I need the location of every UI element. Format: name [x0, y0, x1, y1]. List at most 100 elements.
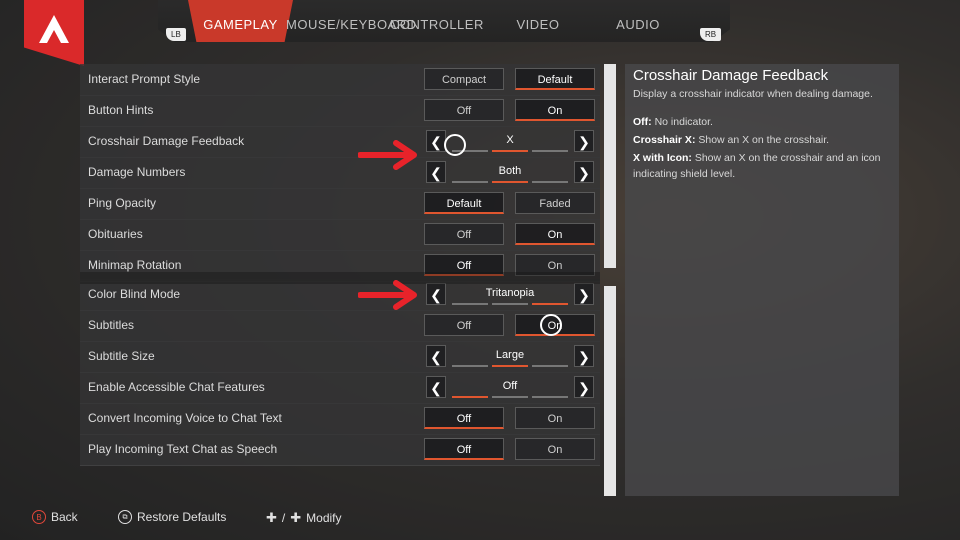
tab-audio[interactable]: AUDIO — [598, 0, 678, 42]
chevron-left-icon[interactable]: ❮ — [426, 161, 446, 183]
cycle-segments — [452, 365, 568, 367]
chevron-right-icon[interactable]: ❯ — [574, 376, 594, 398]
cycle-value-text: Tritanopia — [485, 287, 535, 299]
setting-option[interactable]: Faded — [515, 192, 595, 214]
info-line-off: Off: No indicator. — [633, 114, 891, 130]
chevron-right-icon[interactable]: ❯ — [574, 283, 594, 305]
cycle-segments — [452, 396, 568, 398]
setting-row[interactable]: Subtitles Off On — [80, 310, 600, 342]
setting-row[interactable]: Crosshair Damage Feedback ❮ X ❯ — [80, 126, 600, 158]
cursor-ring-icon — [540, 314, 562, 336]
lb-bumper[interactable]: LB — [166, 28, 186, 41]
cycle-segments — [452, 150, 568, 152]
cycle-segment — [492, 396, 528, 398]
setting-option[interactable]: Off — [424, 99, 504, 121]
scrollbar-bottom[interactable] — [604, 286, 616, 496]
cycle-segment — [452, 303, 488, 305]
setting-label: Crosshair Damage Feedback — [88, 134, 245, 148]
tab-controller[interactable]: CONTROLLER — [390, 0, 483, 42]
chevron-right-icon[interactable]: ❯ — [574, 130, 594, 152]
setting-option[interactable]: Off — [424, 438, 504, 460]
cycle-value-text: Off — [502, 380, 518, 392]
cycle-value-text: Both — [498, 165, 522, 177]
info-key: X with Icon: — [633, 152, 692, 164]
setting-row[interactable]: Enable Accessible Chat Features ❮ Off ❯ — [80, 372, 600, 404]
rb-bumper[interactable]: RB — [700, 28, 722, 41]
tab-bar: GAMEPLAY MOUSE/KEYBOARD CONTROLLER VIDEO… — [158, 0, 730, 42]
setting-option[interactable]: Off — [424, 223, 504, 245]
setting-row[interactable]: Interact Prompt Style Compact Default — [80, 64, 600, 96]
setting-label: Convert Incoming Voice to Chat Text — [88, 411, 282, 425]
tab-gameplay[interactable]: GAMEPLAY — [188, 0, 293, 42]
setting-option[interactable]: Compact — [424, 68, 504, 90]
apex-logo-icon — [39, 15, 69, 43]
info-key: Crosshair X: — [633, 134, 696, 146]
list-divider — [80, 272, 600, 284]
cycle-segment — [492, 181, 528, 183]
controller-view-icon: ⧉ — [118, 510, 132, 524]
chevron-left-icon[interactable]: ❮ — [426, 283, 446, 305]
info-text: Show an X on the crosshair. — [695, 134, 830, 146]
annotation-arrow-icon — [358, 140, 417, 170]
info-line-x-icon: X with Icon: Show an X on the crosshair … — [633, 150, 891, 182]
setting-cycle-value: Tritanopia — [452, 283, 568, 305]
cycle-segments — [452, 181, 568, 183]
cycle-segment — [532, 150, 568, 152]
setting-option[interactable]: On — [515, 223, 595, 245]
setting-row[interactable]: Convert Incoming Voice to Chat Text Off On — [80, 403, 600, 435]
setting-option[interactable]: Off — [424, 314, 504, 336]
setting-row[interactable]: Damage Numbers ❮ Both ❯ — [80, 157, 600, 189]
setting-row[interactable]: Button Hints Off On — [80, 95, 600, 127]
setting-label: Play Incoming Text Chat as Speech — [88, 442, 278, 456]
restore-defaults-button[interactable]: ⧉ Restore Defaults — [118, 510, 226, 524]
tab-video[interactable]: VIDEO — [498, 0, 578, 42]
scrollbar-top[interactable] — [604, 64, 616, 268]
setting-label: Subtitle Size — [88, 349, 155, 363]
info-title: Crosshair Damage Feedback — [633, 67, 829, 84]
cycle-segment — [452, 365, 488, 367]
modify-separator: / — [281, 511, 286, 525]
cycle-segments — [452, 303, 568, 305]
setting-cycle-value: X — [452, 130, 568, 152]
cycle-segment — [532, 181, 568, 183]
chevron-right-icon[interactable]: ❯ — [574, 345, 594, 367]
setting-label: Enable Accessible Chat Features — [88, 380, 265, 394]
setting-cycle-value: Large — [452, 345, 568, 367]
chevron-left-icon[interactable]: ❮ — [426, 376, 446, 398]
setting-label: Interact Prompt Style — [88, 72, 201, 86]
back-button[interactable]: B Back — [32, 510, 78, 524]
cycle-segment — [492, 303, 528, 305]
setting-row[interactable]: Ping Opacity Default Faded — [80, 188, 600, 220]
setting-option[interactable]: On — [515, 438, 595, 460]
setting-label: Button Hints — [88, 103, 154, 117]
setting-row[interactable]: Subtitle Size ❮ Large ❯ — [80, 341, 600, 373]
dpad-icon: ✚ — [290, 510, 302, 525]
cursor-ring-icon — [444, 134, 466, 156]
modify-button[interactable]: ✚ / ✚ Modify — [266, 510, 342, 526]
setting-row[interactable]: Obituaries Off On — [80, 219, 600, 251]
info-key: Off: — [633, 116, 652, 128]
chevron-left-icon[interactable]: ❮ — [426, 130, 446, 152]
cycle-segment — [532, 396, 568, 398]
setting-option[interactable]: Default — [515, 68, 595, 90]
setting-label: Damage Numbers — [88, 165, 186, 179]
setting-label: Color Blind Mode — [88, 287, 181, 301]
restore-label: Restore Defaults — [137, 510, 227, 524]
setting-row[interactable]: Play Incoming Text Chat as Speech Off On — [80, 434, 600, 466]
setting-option[interactable]: Off — [424, 407, 504, 429]
cycle-segment — [492, 150, 528, 152]
tab-mouse-keyboard[interactable]: MOUSE/KEYBOARD — [286, 0, 416, 42]
setting-option[interactable]: On — [515, 407, 595, 429]
info-description: Display a crosshair indicator when deali… — [633, 88, 873, 100]
chevron-right-icon[interactable]: ❯ — [574, 161, 594, 183]
b-button-icon: B — [32, 510, 46, 524]
cycle-value-text: X — [506, 134, 514, 146]
setting-label: Obituaries — [88, 227, 143, 241]
modify-label: Modify — [306, 511, 342, 525]
setting-option[interactable]: Default — [424, 192, 504, 214]
setting-option[interactable]: On — [515, 99, 595, 121]
setting-cycle-value: Both — [452, 161, 568, 183]
chevron-left-icon[interactable]: ❮ — [426, 345, 446, 367]
cycle-segment — [452, 181, 488, 183]
back-label: Back — [51, 510, 78, 524]
